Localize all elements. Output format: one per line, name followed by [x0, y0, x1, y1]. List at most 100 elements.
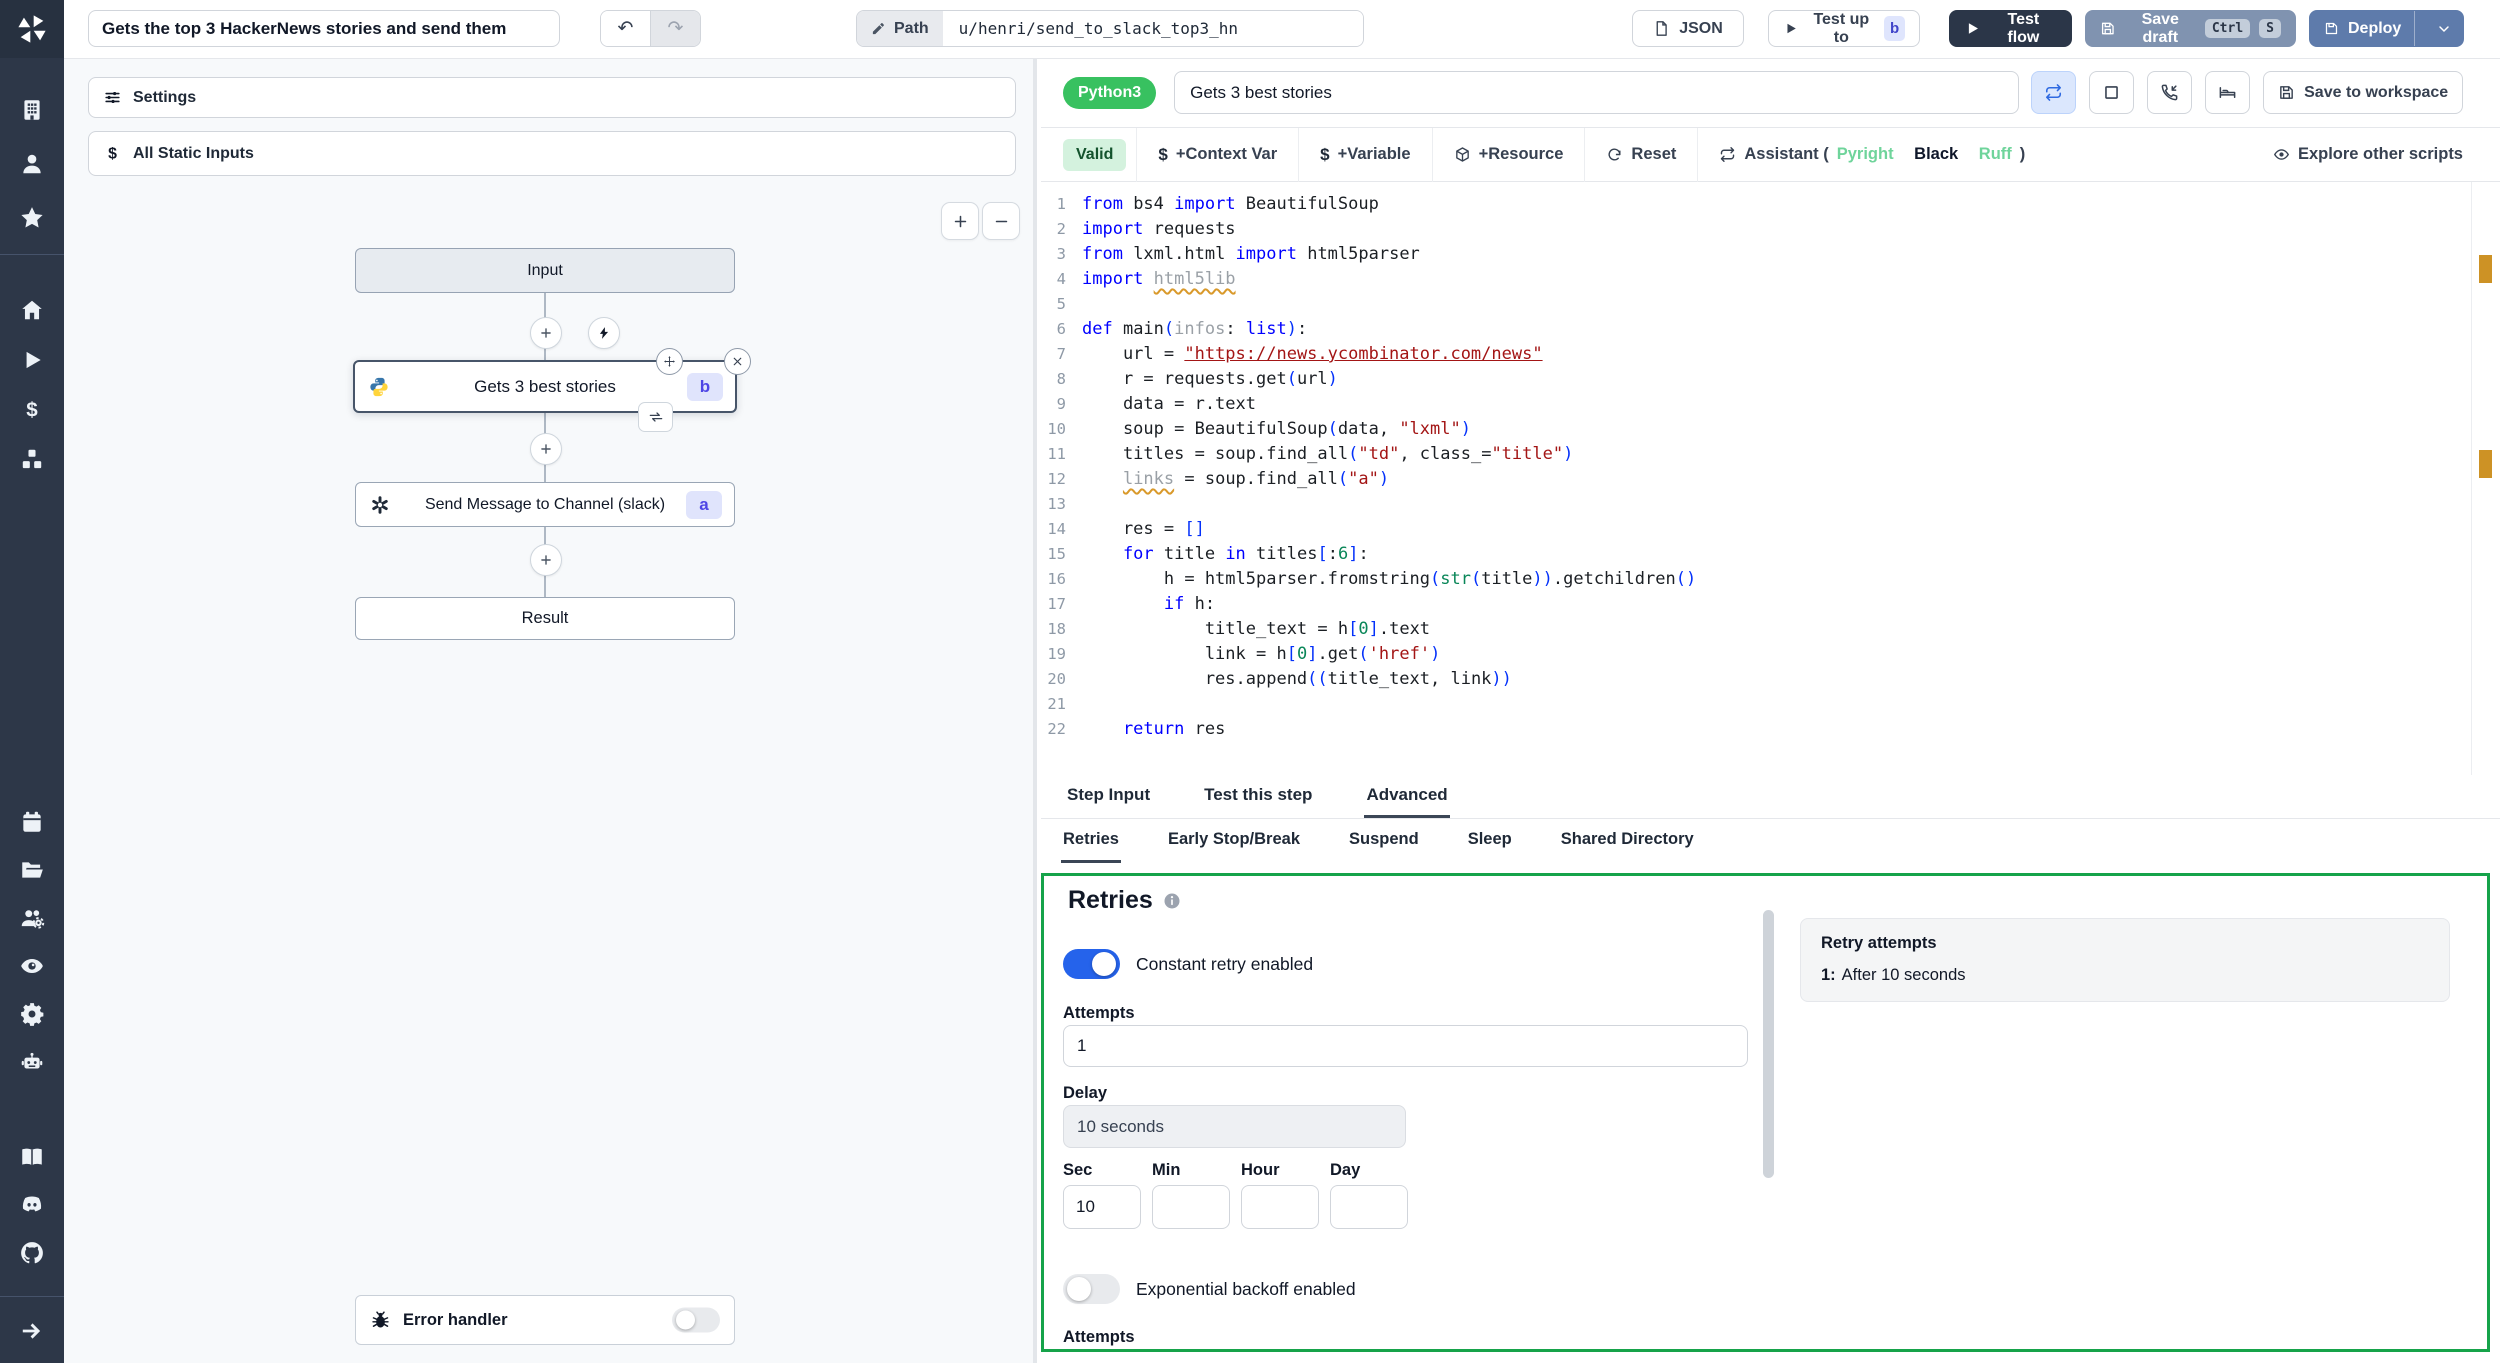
trigger-button[interactable] [588, 317, 620, 349]
code-line[interactable]: for title in titles[:6]: [1082, 542, 2460, 567]
refresh-lock-button[interactable] [2031, 71, 2077, 114]
flow-settings-bar[interactable]: Settings [88, 77, 1016, 118]
windmill-logo[interactable] [0, 0, 64, 58]
code-line[interactable]: title_text = h[0].text [1082, 617, 2460, 642]
redo-button[interactable]: ↷ [650, 11, 700, 46]
sidebar-folder-icon[interactable] [19, 857, 45, 883]
sidebar-eye-icon[interactable] [19, 953, 45, 979]
reset-button[interactable]: Reset [1585, 136, 1697, 174]
code-line[interactable]: res = [] [1082, 517, 2460, 542]
code-line[interactable]: data = r.text [1082, 392, 2460, 417]
attempts-input[interactable]: 1 [1063, 1025, 1748, 1067]
path-value[interactable]: u/henri/send_to_slack_top3_hn [942, 11, 1363, 46]
code-line[interactable] [1082, 292, 2460, 317]
stop-button[interactable] [2089, 71, 2135, 114]
sidebar-home-icon[interactable] [19, 297, 45, 323]
assistant-status[interactable]: Assistant (Pyright Black Ruff) [1698, 136, 2046, 174]
deploy-label: Deploy [2347, 19, 2402, 37]
code-line[interactable]: h = html5parser.fromstring(str(title)).g… [1082, 567, 2460, 592]
path-control[interactable]: Path u/henri/send_to_slack_top3_hn [856, 10, 1364, 47]
add-resource-button[interactable]: +Resource [1433, 136, 1585, 174]
deploy-dropdown-button[interactable] [2424, 11, 2463, 46]
sidebar-arrow-right-icon[interactable] [19, 1318, 45, 1344]
subtab-early-stop-break[interactable]: Early Stop/Break [1166, 819, 1302, 863]
phone-incoming-icon [2161, 84, 2178, 101]
code-line[interactable]: links = soup.find_all("a") [1082, 467, 2460, 492]
path-label-text: Path [894, 19, 929, 37]
panel-scrollbar[interactable] [1763, 910, 1774, 1178]
test-flow-button[interactable]: Test flow [1949, 10, 2072, 47]
save-to-workspace-button[interactable]: Save to workspace [2263, 71, 2464, 114]
deploy-button[interactable]: Deploy [2309, 10, 2464, 47]
constant-retry-toggle[interactable] [1063, 949, 1120, 979]
code-line[interactable]: url = "https://news.ycombinator.com/news… [1082, 342, 2460, 367]
add-variable-button[interactable]: $ +Variable [1299, 136, 1431, 174]
add-step-button[interactable] [530, 317, 562, 349]
tab-step-input[interactable]: Step Input [1065, 775, 1152, 818]
flow-title-input[interactable]: Gets the top 3 HackerNews stories and se… [88, 10, 560, 47]
code-line[interactable]: res.append((title_text, link)) [1082, 667, 2460, 692]
error-handler-node[interactable]: Error handler [355, 1295, 735, 1345]
code-line[interactable]: def main(infos: list): [1082, 317, 2460, 342]
delete-step-button[interactable] [724, 348, 751, 375]
sidebar-cubes-icon[interactable] [19, 447, 45, 473]
code-line[interactable]: from bs4 import BeautifulSoup [1082, 192, 2460, 217]
tab-test-this-step[interactable]: Test this step [1202, 775, 1314, 818]
subtab-sleep[interactable]: Sleep [1466, 819, 1514, 863]
json-button[interactable]: JSON [1632, 10, 1744, 47]
code-line[interactable]: link = h[0].get('href') [1082, 642, 2460, 667]
subtab-suspend[interactable]: Suspend [1347, 819, 1421, 863]
sidebar-users-gear-icon[interactable] [19, 905, 45, 931]
sidebar-calendar-icon[interactable] [19, 809, 45, 835]
flow-node-input[interactable]: Input [355, 248, 735, 293]
sidebar-building-icon[interactable] [19, 97, 45, 123]
zoom-in-button[interactable] [941, 202, 979, 240]
add-context-var-button[interactable]: $ +Context Var [1137, 136, 1298, 174]
time-field-input-hour[interactable] [1241, 1185, 1319, 1229]
save-draft-button[interactable]: Save draft Ctrl S [2085, 10, 2296, 47]
sidebar-play-icon[interactable] [19, 347, 45, 373]
code-line[interactable] [1082, 692, 2460, 717]
code-line[interactable]: soup = BeautifulSoup(data, "lxml") [1082, 417, 2460, 442]
explore-other-scripts-button[interactable]: Explore other scripts [2252, 136, 2484, 174]
sleep-button[interactable] [2205, 71, 2251, 114]
sidebar-dollar-icon[interactable]: $ [19, 397, 45, 423]
test-up-to-button[interactable]: Test up to b [1768, 10, 1920, 47]
add-step-button[interactable] [530, 544, 562, 576]
time-field-input-min[interactable] [1152, 1185, 1230, 1229]
flow-node-result[interactable]: Result [355, 597, 735, 640]
sidebar-user-icon[interactable] [19, 151, 45, 177]
code-line[interactable] [1082, 492, 2460, 517]
code-editor[interactable]: 1 2 3 4 5 6 7 8 9 10 11 12 13 14 15 16 17 18 19 20 21 22 from… [1041, 182, 2500, 775]
add-step-button[interactable] [530, 433, 562, 465]
sidebar-robot-icon[interactable] [19, 1049, 45, 1075]
sidebar-star-icon[interactable] [19, 205, 45, 231]
time-field-input-day[interactable] [1330, 1185, 1408, 1229]
exponential-backoff-toggle[interactable] [1063, 1274, 1120, 1304]
error-handler-toggle[interactable] [672, 1307, 720, 1333]
step-title-input[interactable]: Gets 3 best stories [1174, 71, 2020, 114]
subtab-retries[interactable]: Retries [1061, 819, 1121, 863]
sidebar-book-icon[interactable] [19, 1144, 45, 1170]
tab-advanced[interactable]: Advanced [1364, 775, 1450, 818]
sidebar-discord-icon[interactable] [19, 1192, 45, 1218]
code-line[interactable]: if h: [1082, 592, 2460, 617]
code-line[interactable]: r = requests.get(url) [1082, 367, 2460, 392]
flow-node-step-a[interactable]: Send Message to Channel (slack) a [355, 482, 735, 527]
time-field-input-sec[interactable]: 10 [1063, 1185, 1141, 1229]
code-line[interactable]: titles = soup.find_all("td", class_="tit… [1082, 442, 2460, 467]
undo-button[interactable]: ↶ [601, 11, 650, 46]
code-content[interactable]: from bs4 import BeautifulSoup import requ… [1082, 192, 2460, 742]
all-static-inputs-bar[interactable]: $ All Static Inputs [88, 131, 1016, 176]
sidebar-gear-icon[interactable] [19, 1001, 45, 1027]
zoom-out-button[interactable] [982, 202, 1020, 240]
retry-indicator-button[interactable] [638, 402, 673, 432]
subtab-shared-directory[interactable]: Shared Directory [1559, 819, 1696, 863]
code-line[interactable]: import requests [1082, 217, 2460, 242]
code-line[interactable]: return res [1082, 717, 2460, 742]
move-step-handle[interactable] [656, 348, 683, 375]
webhook-call-button[interactable] [2147, 71, 2193, 114]
sidebar-github-icon[interactable] [19, 1240, 45, 1266]
code-line[interactable]: import html5lib [1082, 267, 2460, 292]
code-line[interactable]: from lxml.html import html5parser [1082, 242, 2460, 267]
